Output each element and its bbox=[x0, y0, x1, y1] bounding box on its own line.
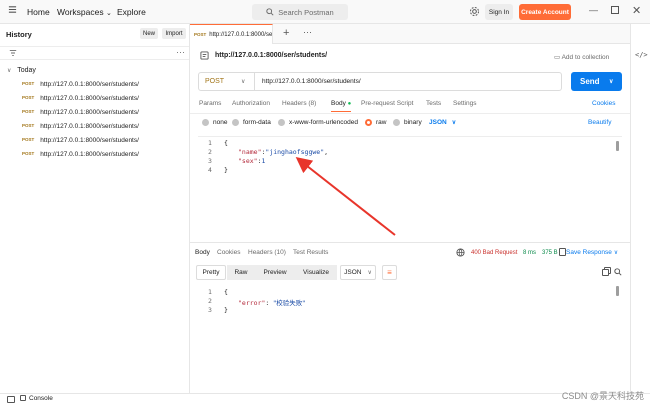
console-icon bbox=[20, 395, 26, 401]
history-item-method: POST bbox=[22, 81, 35, 86]
format-raw[interactable]: Raw bbox=[227, 265, 255, 280]
line-number: 3 bbox=[208, 306, 212, 314]
json-value: "校验失败" bbox=[273, 299, 306, 307]
workspaces-label: Workspaces bbox=[57, 7, 104, 17]
menu-icon[interactable] bbox=[8, 5, 17, 17]
line-number: 1 bbox=[208, 288, 212, 296]
gear-icon[interactable] bbox=[469, 6, 480, 19]
history-item-method: POST bbox=[22, 109, 35, 114]
wrap-lines-icon[interactable]: ≡ bbox=[382, 265, 397, 280]
format-preview[interactable]: Preview bbox=[255, 265, 295, 280]
history-item-url: http://127.0.0.1:8000/ser/students/ bbox=[40, 81, 139, 88]
response-tab-headers[interactable]: Headers (10) bbox=[248, 249, 286, 256]
history-item-url: http://127.0.0.1:8000/ser/students/ bbox=[40, 151, 139, 158]
history-item-url: http://127.0.0.1:8000/ser/students/ bbox=[40, 109, 139, 116]
minimize-icon[interactable]: — bbox=[589, 5, 598, 15]
main-panel: POST http://127.0.0.1:8000/se + ··· http… bbox=[190, 24, 630, 393]
sign-in-button[interactable]: Sign In bbox=[485, 4, 513, 20]
new-button[interactable]: New bbox=[140, 28, 158, 39]
save-response-label: Save Response bbox=[566, 249, 612, 256]
explore-link[interactable]: Explore bbox=[117, 7, 146, 17]
format-toolbar: Pretty Raw Preview Visualize JSON ∨ ≡ bbox=[196, 265, 622, 280]
history-sidebar: History New Import ··· ∨ Today POST http:… bbox=[0, 24, 190, 393]
workspaces-menu[interactable]: Workspaces ⌄ bbox=[57, 7, 112, 17]
watermark: CSDN @景天科技苑 bbox=[561, 391, 644, 401]
format-pretty[interactable]: Pretty bbox=[196, 265, 226, 280]
code-brace: } bbox=[224, 306, 228, 314]
chevron-down-icon: ⌄ bbox=[105, 10, 112, 17]
code-snippet-icon[interactable]: </> bbox=[635, 51, 648, 59]
history-item-url: http://127.0.0.1:8000/ser/students/ bbox=[40, 123, 139, 130]
right-rail: </> bbox=[630, 24, 650, 393]
response-tab-body[interactable]: Body bbox=[195, 249, 210, 256]
console-label: Console bbox=[29, 395, 53, 402]
filter-icon[interactable] bbox=[9, 49, 17, 59]
response-language-value: JSON bbox=[344, 269, 362, 276]
search-box[interactable]: Search Postman bbox=[252, 4, 348, 20]
pane-divider[interactable] bbox=[190, 242, 630, 243]
response-tab-test-results[interactable]: Test Results bbox=[293, 249, 328, 256]
history-item-method: POST bbox=[22, 123, 35, 128]
history-item[interactable]: POST http://127.0.0.1:8000/ser/students/ bbox=[22, 109, 139, 116]
response-time[interactable]: 8 ms bbox=[523, 250, 536, 256]
history-item[interactable]: POST http://127.0.0.1:8000/ser/students/ bbox=[22, 137, 139, 144]
maximize-icon[interactable] bbox=[611, 6, 619, 14]
history-item[interactable]: POST http://127.0.0.1:8000/ser/students/ bbox=[22, 123, 139, 130]
sidebar-toggle-icon[interactable] bbox=[7, 396, 15, 403]
response-language-select[interactable]: JSON ∨ bbox=[340, 265, 376, 280]
save-icon[interactable] bbox=[559, 248, 566, 256]
history-item-url: http://127.0.0.1:8000/ser/students/ bbox=[40, 137, 139, 144]
history-item[interactable]: POST http://127.0.0.1:8000/ser/students/ bbox=[22, 151, 139, 158]
import-button[interactable]: Import bbox=[162, 28, 186, 39]
line-number: 2 bbox=[208, 297, 212, 305]
response-tab-cookies[interactable]: Cookies bbox=[217, 249, 240, 256]
history-item-method: POST bbox=[22, 95, 35, 100]
history-group-today[interactable]: ∨ Today bbox=[7, 67, 36, 74]
close-icon[interactable]: ✕ bbox=[632, 4, 641, 17]
status-badge[interactable]: 400 Bad Request bbox=[471, 250, 517, 256]
top-bar: Home Workspaces ⌄ Explore Search Postman… bbox=[0, 0, 650, 24]
postman-window: Home Workspaces ⌄ Explore Search Postman… bbox=[0, 0, 650, 405]
history-item[interactable]: POST http://127.0.0.1:8000/ser/students/ bbox=[22, 95, 139, 102]
history-item-method: POST bbox=[22, 137, 35, 142]
format-visualize[interactable]: Visualize bbox=[295, 265, 337, 280]
search-placeholder: Search Postman bbox=[278, 7, 334, 17]
json-key: "error" bbox=[238, 299, 266, 307]
sidebar-title: History bbox=[6, 29, 32, 39]
home-link[interactable]: Home bbox=[27, 7, 50, 17]
code-brace: { bbox=[224, 288, 228, 296]
history-item-url: http://127.0.0.1:8000/ser/students/ bbox=[40, 95, 139, 102]
console-button[interactable]: Console bbox=[20, 395, 53, 402]
save-response-button[interactable]: Save Response ∨ bbox=[566, 249, 618, 256]
viewer-scrollbar[interactable] bbox=[616, 286, 619, 296]
chevron-down-icon: ∨ bbox=[367, 270, 372, 276]
search-icon[interactable] bbox=[614, 268, 622, 278]
more-options-icon[interactable]: ··· bbox=[176, 47, 185, 57]
response-size[interactable]: 375 B bbox=[542, 250, 558, 256]
status-bar: Console bbox=[0, 393, 650, 405]
filter-bar: ··· bbox=[0, 46, 189, 60]
chevron-down-icon: ∨ bbox=[7, 68, 12, 74]
history-item[interactable]: POST http://127.0.0.1:8000/ser/students/ bbox=[22, 81, 139, 88]
chevron-down-icon: ∨ bbox=[613, 250, 619, 256]
response-body-viewer[interactable]: 1 2 3 { "error": "校验失败" } bbox=[198, 286, 622, 386]
search-icon bbox=[266, 8, 274, 16]
code-line: "error": "校验失败" bbox=[238, 299, 306, 307]
create-account-button[interactable]: Create Account bbox=[519, 4, 571, 20]
history-item-method: POST bbox=[22, 151, 35, 156]
globe-icon[interactable] bbox=[456, 248, 465, 259]
history-group-label: Today bbox=[17, 67, 36, 74]
copy-icon[interactable] bbox=[602, 269, 609, 276]
